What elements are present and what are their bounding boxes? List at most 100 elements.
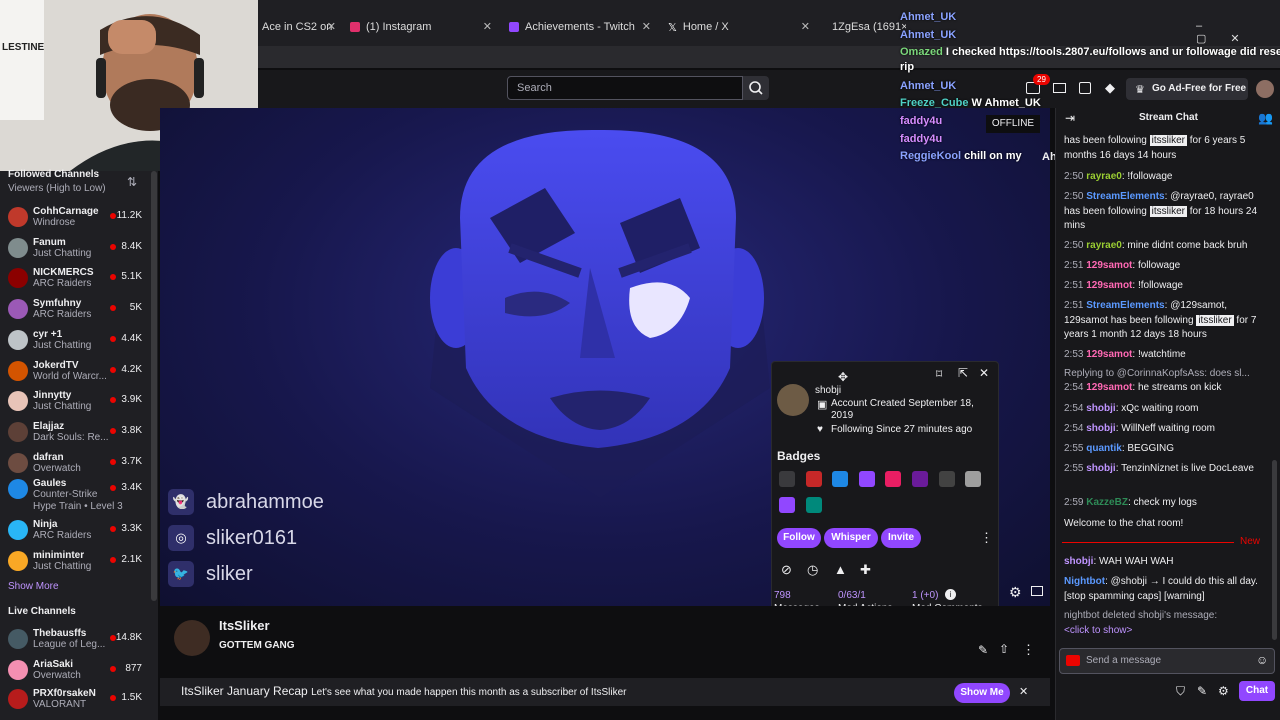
badge-icon[interactable] [939,471,955,487]
move-icon[interactable]: ✥ [838,370,848,384]
sidebar-channel-item[interactable]: Fanum Just Chatting 8.4K [0,233,150,263]
browser-tab[interactable]: Achievements - Twitch ✕ [509,14,651,40]
search-button[interactable] [743,76,769,100]
channel-avatar [8,207,28,227]
emote-icon[interactable]: ☺ [1256,653,1268,667]
sidebar-channel-item[interactable]: miniminter Just Chatting 2.1K [0,546,150,576]
more-options-icon[interactable]: ⋮ [980,530,993,546]
chat-username[interactable]: 129samot [1086,349,1132,360]
ban-icon[interactable]: ⊘ [781,562,792,578]
chat-message: 2:59 KazzeBZ: check my logs [1064,497,1197,508]
sidebar-live-item[interactable]: AriaSaki Overwatch 877 [0,655,150,685]
chat-send-button[interactable]: Chat [1239,681,1275,701]
close-icon[interactable]: ✕ [642,20,651,33]
chat-settings-icon[interactable]: ⚙ [1218,684,1229,698]
popout-icon[interactable]: ⇱ [958,366,968,380]
chat-username[interactable]: 129samot [1086,280,1132,291]
user-avatar[interactable] [1256,80,1274,98]
settings-icon[interactable]: ⚙ [1009,584,1022,601]
bookmark-icon[interactable]: ⌑ [936,367,942,381]
badge-icon[interactable] [965,471,981,487]
browser-tab[interactable]: 1ZgEsa (1691×788) [826,14,906,40]
whispers-icon[interactable] [1053,83,1066,93]
sidebar-live-item[interactable]: Thebausffs League of Leg... 14.8K [0,624,150,654]
close-icon[interactable]: ✕ [483,20,492,33]
sidebar-channel-item[interactable]: JokerdTV World of Warcr... 4.2K [0,356,150,386]
chat-username[interactable]: 129samot [1086,260,1132,271]
user-card-username[interactable]: shobji [815,385,841,396]
follow-button[interactable]: Follow [777,528,821,548]
warn-icon[interactable]: ▲ [834,562,847,577]
badge-icon[interactable] [806,497,822,513]
collapse-chat-icon[interactable]: ⇥ [1065,111,1075,125]
users-icon[interactable]: 👥 [1258,111,1273,125]
chat-username[interactable]: shobji [1064,556,1093,567]
sidebar-channel-item[interactable]: Elajjaz Dark Souls: Re... 3.8K [0,417,150,447]
add-mod-icon[interactable]: ✚ [860,562,871,578]
chat-username[interactable]: KazzeBZ [1086,497,1128,508]
channel-avatar[interactable] [174,620,210,656]
badge-icon[interactable] [859,471,875,487]
badge-icon[interactable] [806,471,822,487]
badge-icon[interactable] [779,497,795,513]
close-icon[interactable]: ✕ [327,20,336,33]
pen-icon[interactable]: ✎ [1197,684,1207,698]
viewer-count: 4.2K [121,364,142,375]
chat-username[interactable]: StreamElements [1086,191,1164,202]
chat-username[interactable]: rayrae0 [1086,171,1122,182]
chat-username[interactable]: shobji [1086,423,1115,434]
browser-tab[interactable]: Ace in CS2 on F ✕ [262,14,336,40]
close-icon[interactable]: ✕ [801,20,810,33]
channel-name: Ninja [33,519,58,530]
chat-username[interactable]: Nightbot [1064,576,1105,587]
chat-username[interactable]: shobji [1086,463,1115,474]
share-icon[interactable]: ⇧ [999,642,1009,656]
click-to-show-link[interactable]: <click to show> [1064,625,1132,636]
show-me-button[interactable]: Show Me [954,683,1010,703]
search-input[interactable]: Search [507,76,743,100]
chat-username[interactable]: shobji [1086,403,1115,414]
theatre-mode-icon[interactable] [1031,586,1043,596]
sidebar-channel-item[interactable]: Gaules Counter-Strike 3.4K [0,474,150,504]
badge-icon[interactable] [779,471,795,487]
record-icon[interactable] [1066,655,1080,666]
chat-username[interactable]: StreamElements [1086,300,1164,311]
sidebar-live-item[interactable]: PRXf0rsakeN VALORANT 1.5K [0,684,150,714]
activity-icon[interactable] [1079,82,1091,94]
chat-username[interactable]: quantik [1086,443,1122,454]
close-recap-icon[interactable]: ✕ [1019,685,1028,698]
whisper-button[interactable]: Whisper [824,528,878,548]
chat-message: 2:50 StreamElements: @rayrae0, rayrae0 h… [1064,191,1258,231]
svg-text:LESTINE: LESTINE [2,42,45,53]
sidebar-channel-item[interactable]: Jinnytty Just Chatting 3.9K [0,386,150,416]
sidebar-channel-item[interactable]: cyr +1 Just Chatting 4.4K [0,325,150,355]
badge-icon[interactable] [912,471,928,487]
channel-name[interactable]: ItsSliker [219,618,270,633]
browser-tab[interactable]: 𝕏 Home / X ✕ [668,14,810,40]
show-more-link[interactable]: Show More [8,581,59,592]
chat-username[interactable]: 129samot [1086,382,1132,393]
chat-message: has been following itssliker for 6 years… [1064,134,1264,163]
sidebar-channel-item[interactable]: NICKMERCS ARC Raiders 5.1K [0,263,150,293]
chat-scrollbar[interactable] [1272,460,1277,640]
edit-icon[interactable]: ✎ [978,643,988,657]
sidebar-channel-item[interactable]: Symfuhny ARC Raiders 5K [0,294,150,324]
close-card-button[interactable]: ✕ [979,366,989,380]
badge-icon[interactable] [832,471,848,487]
invite-button[interactable]: Invite [881,528,921,548]
timeout-icon[interactable]: ◷ [807,562,818,578]
browser-tab[interactable]: (1) Instagram ✕ [350,14,492,40]
sidebar-channel-item[interactable]: CohhCarnage Windrose 11.2K [0,202,150,232]
sidebar-channel-item[interactable]: Ninja ARC Raiders 3.3K [0,515,150,545]
chat-timestamp: 2:50 [1064,171,1084,182]
badge-icon[interactable] [885,471,901,487]
more-icon[interactable]: ⋮ [1022,642,1035,658]
bits-icon[interactable]: ◆ [1105,80,1115,96]
info-icon[interactable]: i [945,589,956,600]
shield-icon[interactable]: ⛉ [1176,684,1185,699]
window-controls[interactable]: –▢✕ [1196,20,1280,45]
sidebar-scrollbar[interactable] [151,171,157,601]
sort-icon[interactable]: ⇅ [127,175,137,189]
chat-username[interactable]: rayrae0 [1086,240,1122,251]
chat-text: mine didnt come back bruh [1127,240,1248,251]
